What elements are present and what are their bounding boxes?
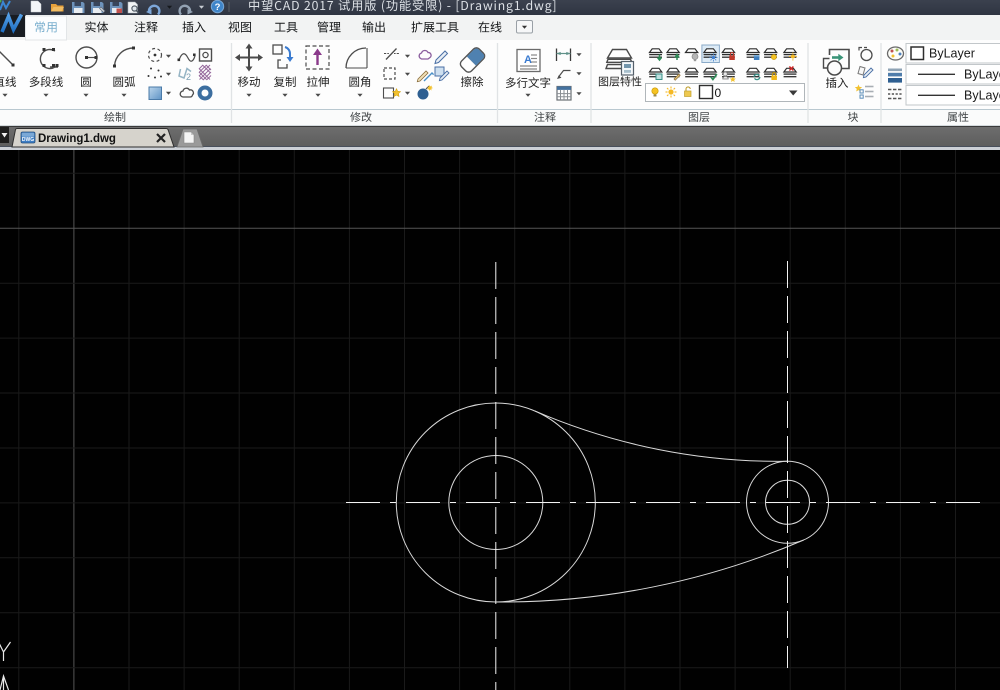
svg-text:?: ? [215, 2, 221, 13]
svg-text:ByLayer: ByLayer [929, 47, 975, 61]
svg-text:A: A [524, 54, 532, 66]
svg-text:ByLayer: ByLayer [964, 68, 1000, 82]
svg-text:ByLayer: ByLayer [964, 89, 1000, 103]
svg-text:DWG: DWG [22, 137, 34, 143]
svg-text:2: 2 [186, 72, 191, 82]
svg-text:0: 0 [715, 86, 722, 100]
svg-text:Drawing1.dwg: Drawing1.dwg [38, 133, 116, 145]
